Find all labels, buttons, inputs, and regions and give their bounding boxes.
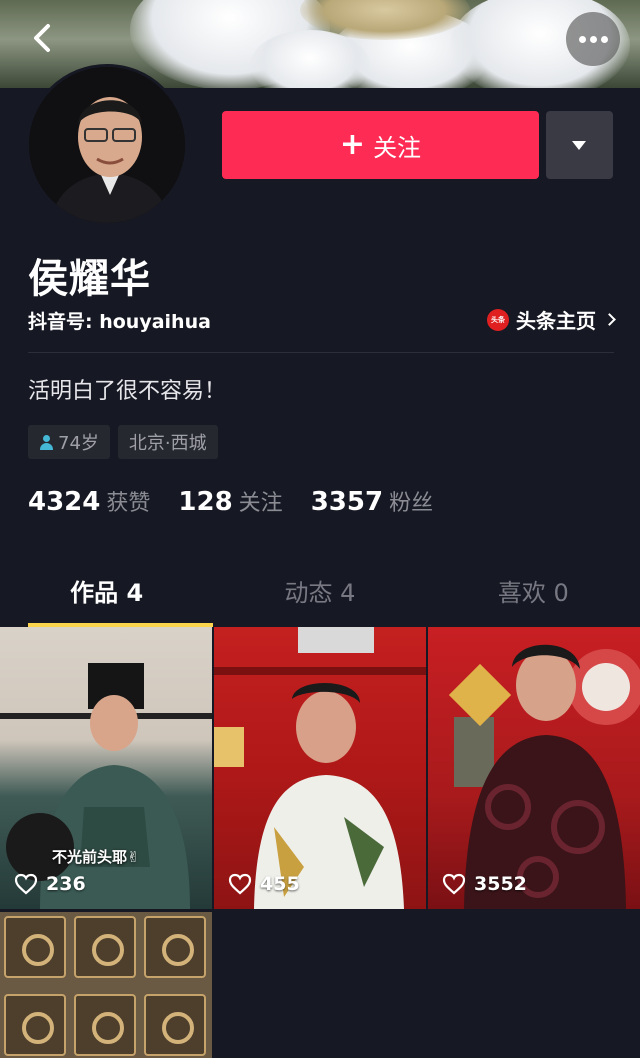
follow-label: 关注 <box>373 133 422 162</box>
following-count: 128 <box>178 487 233 517</box>
heart-icon <box>228 873 252 895</box>
video-thumbnail[interactable]: 不光前头耶✌ 236 <box>0 627 212 909</box>
profile-name: 侯耀华 <box>28 256 151 302</box>
chevron-right-icon <box>603 313 616 326</box>
video-thumbnail[interactable]: 455 <box>214 627 426 909</box>
follow-button[interactable]: + 关注 <box>222 111 539 179</box>
profile-tags: 74岁 北京·西城 <box>28 425 218 459</box>
content-tabs: 作品 4 动态 4 喜欢 0 <box>0 565 640 627</box>
video-likes-count: 3552 <box>474 873 527 895</box>
followers-stat[interactable]: 3357 粉丝 <box>311 485 433 517</box>
video-likes-count: 236 <box>46 873 86 895</box>
avatar[interactable] <box>26 64 188 226</box>
toutiao-link-label: 头条主页 <box>516 309 596 333</box>
profile-stats: 4324 获赞 128 关注 3357 粉丝 <box>28 485 433 517</box>
location-tag: 北京·西城 <box>117 425 218 459</box>
video-likes: 3552 <box>442 873 527 895</box>
age-label: 74岁 <box>58 433 99 454</box>
following-stat[interactable]: 128 关注 <box>178 485 282 517</box>
following-label: 关注 <box>238 491 283 516</box>
video-figure <box>448 644 640 909</box>
divider <box>28 352 614 353</box>
person-icon <box>39 434 54 450</box>
likes-count: 4324 <box>28 487 101 517</box>
video-likes: 455 <box>228 873 300 895</box>
more-dots-icon[interactable] <box>566 12 620 66</box>
age-tag: 74岁 <box>28 425 110 459</box>
video-thumbnail[interactable]: 3552 <box>428 627 640 909</box>
followers-label: 粉丝 <box>389 491 434 516</box>
video-figure <box>214 627 426 909</box>
bio: 活明白了很不容易！ <box>28 379 227 404</box>
video-likes-count: 455 <box>260 873 300 895</box>
likes-stat: 4324 获赞 <box>28 485 150 517</box>
back-arrow-icon[interactable] <box>22 18 66 58</box>
video-grid: 不光前头耶✌ 236 455 3552 <box>0 627 640 1058</box>
tab-moments[interactable]: 动态 4 <box>213 565 426 627</box>
video-caption: 不光前头耶✌ <box>52 848 140 866</box>
video-thumbnail[interactable] <box>0 912 212 1058</box>
video-likes: 236 <box>14 873 86 895</box>
followers-count: 3357 <box>310 487 384 517</box>
likes-label: 获赞 <box>106 491 151 516</box>
dropdown-button[interactable] <box>546 111 613 179</box>
plus-icon: + <box>339 127 366 162</box>
heart-icon <box>442 873 466 895</box>
tab-works[interactable]: 作品 4 <box>0 565 214 627</box>
toutiao-homepage-link[interactable]: 头条 头条主页 <box>487 305 616 334</box>
toutiao-icon: 头条 <box>487 308 509 331</box>
heart-icon <box>14 873 38 895</box>
tab-likes[interactable]: 喜欢 0 <box>427 565 640 627</box>
location-label: 北京·西城 <box>128 433 207 454</box>
douyin-id: 抖音号: houyaihua <box>28 311 211 333</box>
